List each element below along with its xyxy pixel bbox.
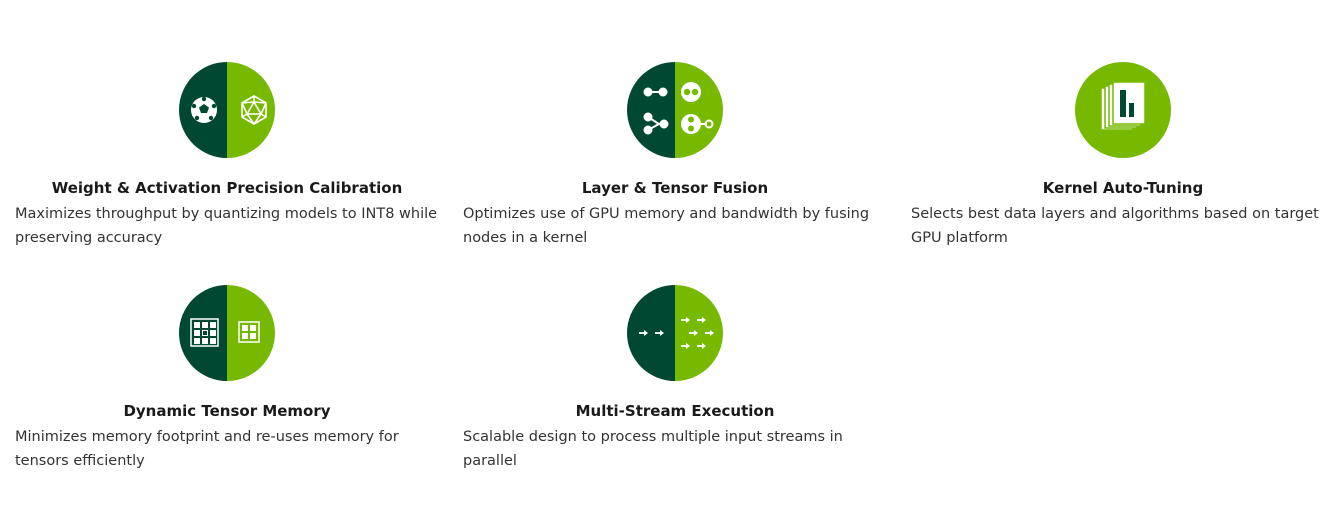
- multi-stream-icon: [627, 285, 723, 381]
- feature-title: Kernel Auto-Tuning: [1042, 179, 1204, 197]
- tensor-memory-icon: [179, 285, 275, 381]
- feature-title: Layer & Tensor Fusion: [581, 179, 769, 197]
- kernel-tuning-icon: [1075, 62, 1171, 158]
- feature-title: Dynamic Tensor Memory: [123, 402, 331, 420]
- precision-calibration-icon: [179, 62, 275, 158]
- feature-kernel-tuning: Kernel Auto-Tuning Selects best data lay…: [908, 62, 1328, 250]
- feature-description: Minimizes memory footprint and re-uses m…: [15, 429, 399, 469]
- feature-description: Maximizes throughput by quantizing model…: [15, 206, 438, 246]
- feature-precision-calibration: Weight & Activation Precision Calibratio…: [12, 62, 442, 250]
- feature-tensor-fusion: Layer & Tensor Fusion Optimizes use of G…: [460, 62, 890, 250]
- feature-title: Multi-Stream Execution: [575, 402, 775, 420]
- tensor-fusion-icon: [627, 62, 723, 158]
- feature-title: Weight & Activation Precision Calibratio…: [51, 179, 403, 197]
- feature-description: Scalable design to process multiple inpu…: [463, 429, 843, 469]
- feature-description: Selects best data layers and algorithms …: [911, 206, 1319, 246]
- feature-multi-stream: Multi-Stream Execution Scalable design t…: [460, 285, 890, 473]
- feature-description: Optimizes use of GPU memory and bandwidt…: [463, 206, 870, 246]
- feature-tensor-memory: Dynamic Tensor Memory Minimizes memory f…: [12, 285, 442, 473]
